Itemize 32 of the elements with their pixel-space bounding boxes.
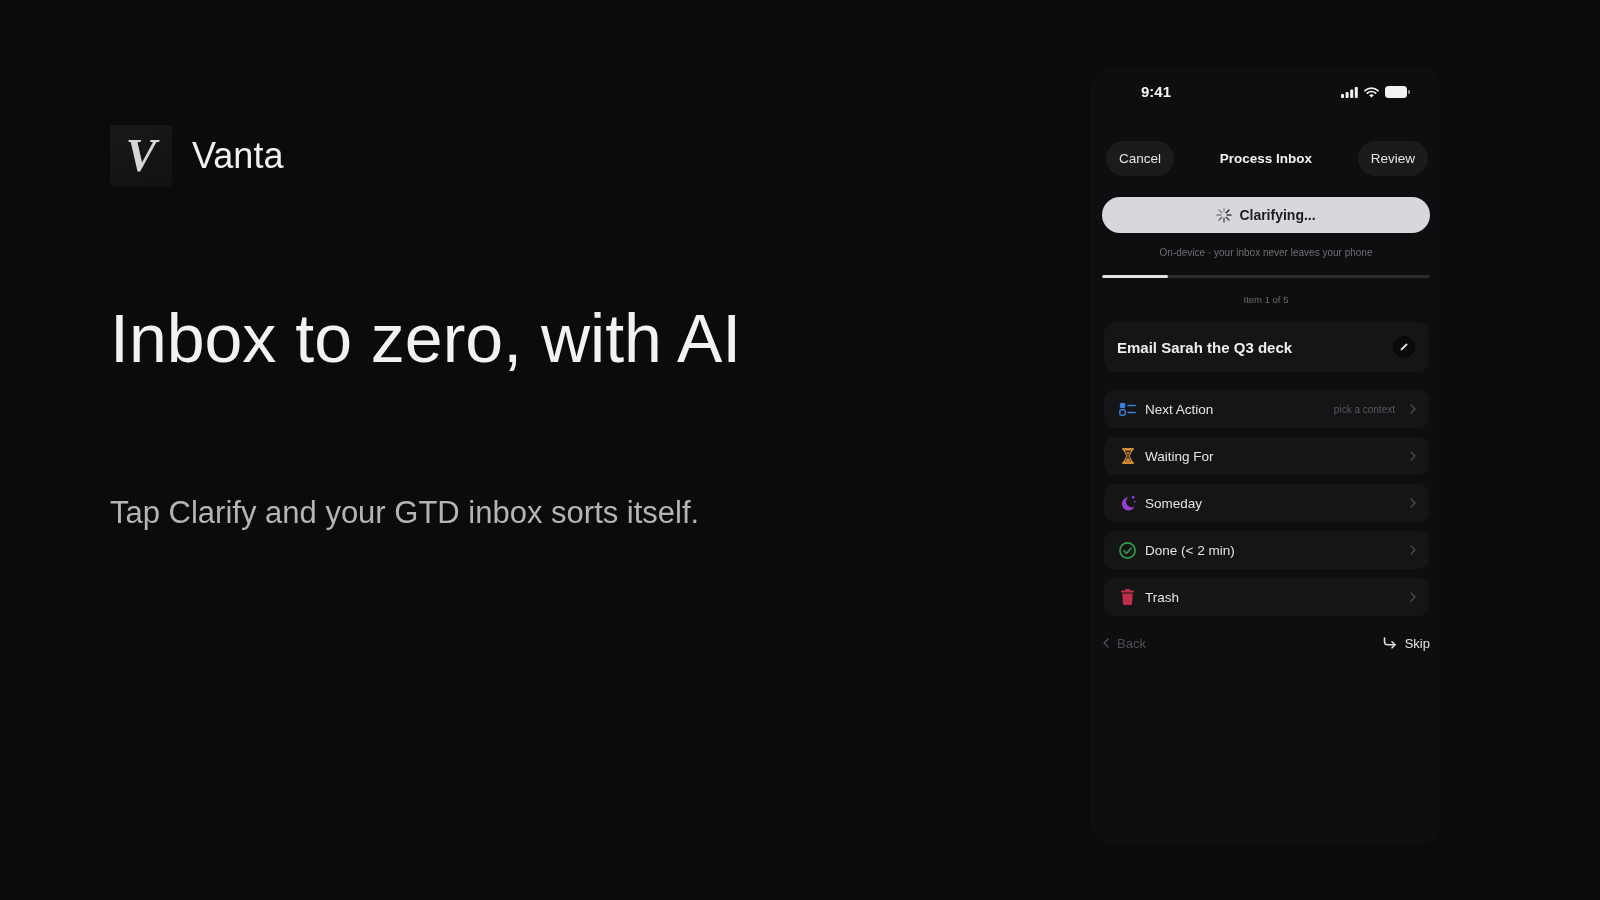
chevron-icon [1410,592,1416,602]
curved-arrow-icon [1382,637,1397,649]
context-hint: pick a context [1333,403,1395,415]
item-counter: Item 1 of 5 [1242,293,1290,306]
screen-title: Process Inbox [1219,151,1313,166]
headline: Inbox to zero, with AI [110,299,742,378]
review-button[interactable]: Review [1357,141,1428,176]
edit-button[interactable] [1393,336,1415,358]
tagline: Tap Clarify and your GTD inbox sorts itself. [110,493,700,531]
spinner-icon [1216,207,1233,223]
item-title: Email Sarah the Q3 deck [1117,338,1293,356]
skip-button[interactable]: Skip [1382,633,1430,653]
chevron-icon [1410,498,1416,508]
privacy-note: On-device · your inbox never leaves your phone [1158,246,1374,260]
destination-option[interactable]: Done (< 2 min) [1104,531,1429,569]
chevron-icon [1410,404,1416,414]
destination-option[interactable]: Someday [1104,484,1429,522]
signal-icon [1341,86,1358,98]
status-time: 9:41 [1141,82,1172,102]
cancel-button[interactable]: Cancel [1106,141,1175,176]
brand-name: Vanta [192,134,284,178]
app-logo: V [110,125,172,187]
destination-option[interactable]: Waiting For [1104,437,1429,475]
wifi-icon [1364,86,1379,98]
clarify-button[interactable]: Clarifying... [1102,197,1430,233]
chevron-icon [1410,545,1416,555]
pencil-icon [1399,342,1409,352]
destination-option[interactable]: Trash [1104,578,1429,616]
destination-option[interactable]: Next Action pick a context [1104,390,1429,428]
chevron-left-icon [1103,638,1109,648]
chevron-icon [1410,451,1416,461]
battery-icon [1385,86,1410,98]
